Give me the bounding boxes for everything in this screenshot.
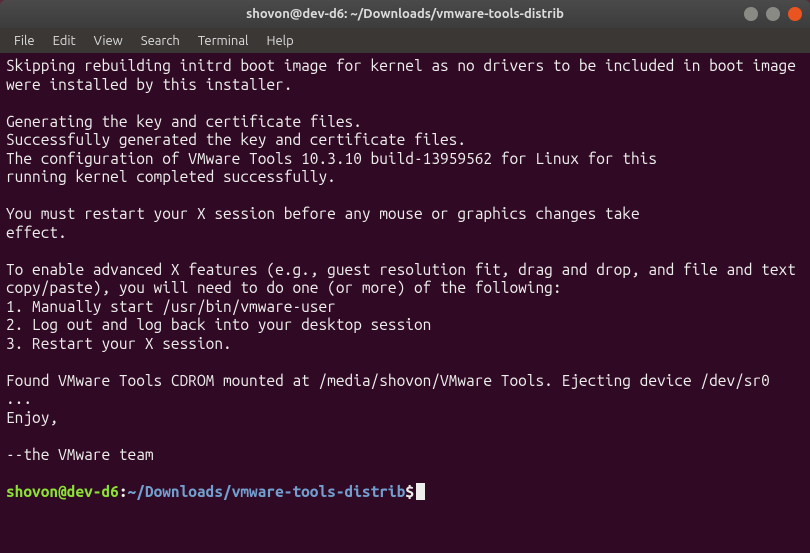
prompt-user-host: shovon@dev-d6 <box>6 483 119 500</box>
menu-view[interactable]: View <box>86 32 131 50</box>
terminal-line: --the VMware team <box>6 446 154 463</box>
menu-terminal[interactable]: Terminal <box>190 32 257 50</box>
window-controls <box>744 7 802 21</box>
terminal-line: Found VMware Tools CDROM mounted at /med… <box>6 372 779 408</box>
close-button[interactable] <box>788 7 802 21</box>
minimize-button[interactable] <box>744 7 758 21</box>
terminal-line: Enjoy, <box>6 409 58 426</box>
prompt-dollar: $ <box>405 483 414 500</box>
prompt-colon: : <box>119 483 128 500</box>
menu-edit[interactable]: Edit <box>45 32 84 50</box>
terminal-line: You must restart your X session before a… <box>6 205 640 222</box>
terminal-line: Generating the key and certificate files… <box>6 113 362 130</box>
menu-file[interactable]: File <box>6 32 43 50</box>
menubar: File Edit View Search Terminal Help <box>0 28 810 53</box>
terminal-line: effect. <box>6 224 67 241</box>
terminal-line: Skipping rebuilding initrd boot image fo… <box>6 57 805 93</box>
terminal-line: The configuration of VMware Tools 10.3.1… <box>6 150 657 167</box>
terminal-line: 2. Log out and log back into your deskto… <box>6 316 431 333</box>
terminal-line: running kernel completed successfully. <box>6 168 336 185</box>
terminal-line: 3. Restart your X session. <box>6 335 232 352</box>
titlebar: shovon@dev-d6: ~/Downloads/vmware-tools-… <box>0 0 810 28</box>
cursor <box>416 483 425 500</box>
terminal-line: Successfully generated the key and certi… <box>6 131 466 148</box>
window-title: shovon@dev-d6: ~/Downloads/vmware-tools-… <box>246 7 564 21</box>
terminal-area[interactable]: Skipping rebuilding initrd boot image fo… <box>0 53 810 553</box>
maximize-button[interactable] <box>766 7 780 21</box>
menu-search[interactable]: Search <box>133 32 188 50</box>
terminal-line: To enable advanced X features (e.g., gue… <box>6 261 805 297</box>
terminal-window: shovon@dev-d6: ~/Downloads/vmware-tools-… <box>0 0 810 553</box>
menu-help[interactable]: Help <box>258 32 301 50</box>
terminal-line: 1. Manually start /usr/bin/vmware-user <box>6 298 336 315</box>
prompt-path: ~/Downloads/vmware-tools-distrib <box>128 483 406 500</box>
